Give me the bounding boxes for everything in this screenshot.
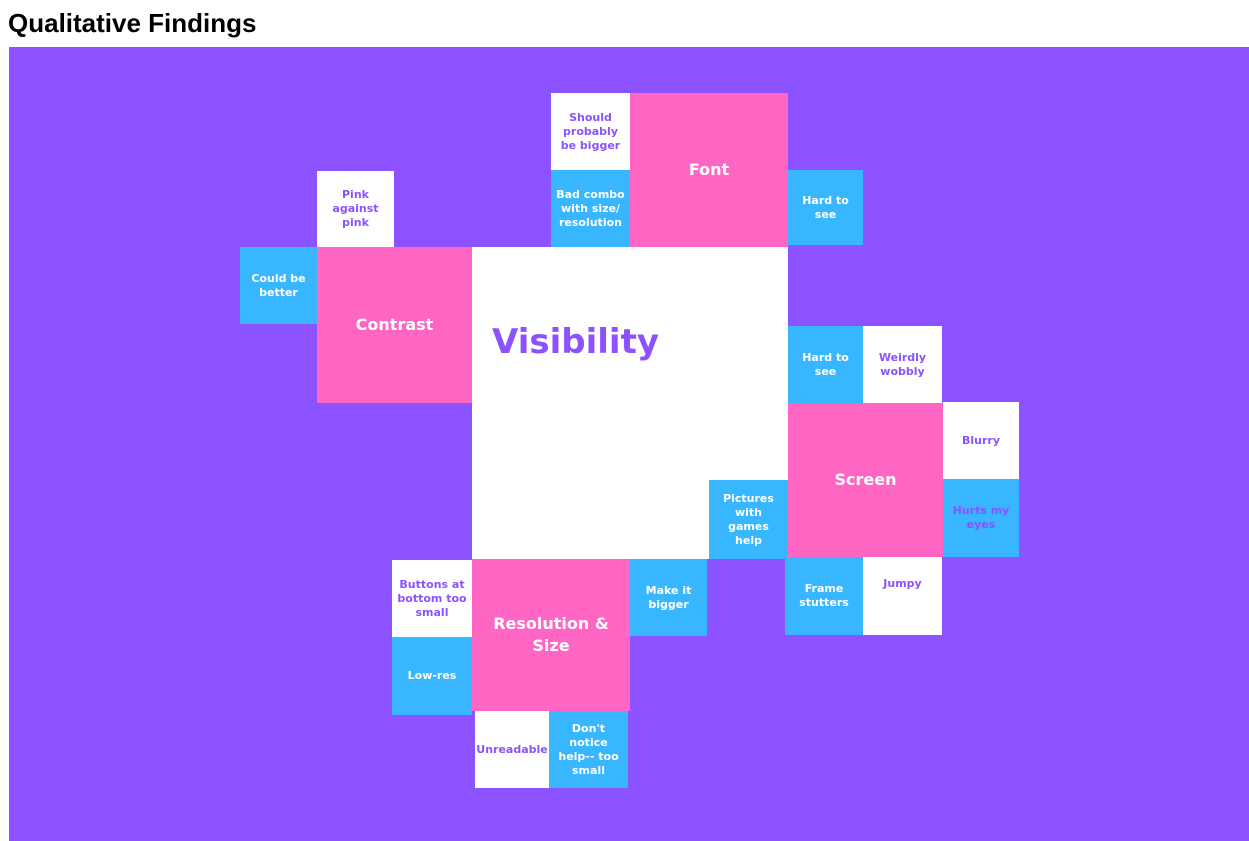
note-screen-hurts-my-eyes: Hurts my eyes bbox=[943, 479, 1019, 557]
note-font-bad-combo: Bad combo with size/ resolution bbox=[551, 170, 630, 247]
page-title: Qualitative Findings bbox=[8, 8, 257, 38]
category-font: Font bbox=[630, 93, 788, 247]
note-contrast-pink-against-pink: Pink against pink bbox=[317, 171, 394, 247]
note-res-dont-notice-help: Don't notice help-- too small bbox=[549, 711, 628, 788]
category-resolution-size: Resolution & Size bbox=[472, 559, 630, 711]
note-contrast-could-be-better: Could be better bbox=[240, 247, 317, 324]
category-screen: Screen bbox=[788, 403, 943, 557]
note-screen-weirdly-wobbly: Weirdly wobbly bbox=[863, 326, 942, 403]
note-font-should-be-bigger: Should probably be bigger bbox=[551, 93, 630, 170]
note-screen-pictures-help: Pictures with games help bbox=[709, 480, 788, 559]
note-screen-jumpy: Jumpy bbox=[863, 557, 942, 635]
note-res-low-res: Low-res bbox=[392, 637, 472, 715]
note-screen-frame-stutters: Frame stutters bbox=[785, 557, 863, 635]
category-contrast: Contrast bbox=[317, 247, 472, 403]
note-font-hard-to-see: Hard to see bbox=[788, 170, 863, 245]
center-topic-label: Visibility bbox=[492, 322, 659, 362]
note-res-make-it-bigger: Make it bigger bbox=[630, 559, 707, 636]
note-res-buttons-too-small: Buttons at bottom too small bbox=[392, 560, 472, 637]
note-res-unreadable: Unreadable bbox=[475, 711, 549, 788]
note-screen-hard-to-see: Hard to see bbox=[788, 326, 863, 403]
affinity-board: Visibility Font Should probably be bigge… bbox=[9, 47, 1249, 841]
note-screen-blurry: Blurry bbox=[943, 402, 1019, 479]
